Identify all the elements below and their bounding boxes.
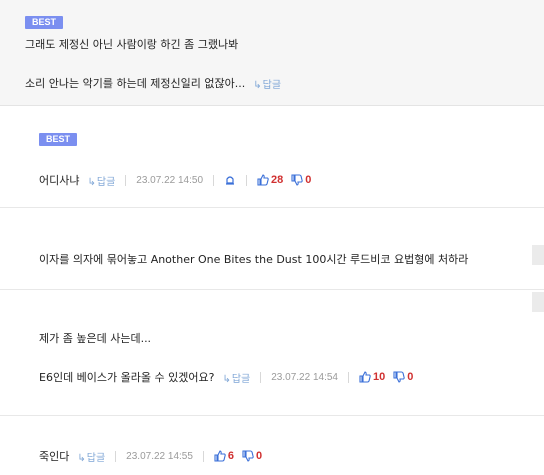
comment-date: 23.07.22 14:55	[126, 450, 193, 462]
comment-text-line-1: 제가 좀 높은데 사는데...	[39, 332, 152, 345]
comment-meta-row: 어디사냐 ↳답글 23.07.22 14:50 28 0	[39, 172, 311, 188]
divider	[246, 174, 248, 186]
comment-text-line-1: 그래도 제정신 아닌 사람이랑 하긴 좀 그랬나봐	[25, 38, 239, 51]
like-button[interactable]: 6	[214, 450, 234, 462]
reply-arrow-icon: ↳	[87, 176, 96, 188]
divider	[202, 450, 204, 462]
divider	[0, 289, 544, 290]
like-button[interactable]: 10	[359, 371, 385, 383]
reply-arrow-icon: ↳	[77, 452, 86, 464]
dislike-count: 0	[407, 371, 414, 383]
reply-button[interactable]: ↳답글	[222, 370, 250, 385]
reply-label: 답글	[96, 176, 116, 188]
reply-label: 답글	[86, 452, 106, 464]
comment-date: 23.07.22 14:54	[271, 371, 338, 383]
divider	[0, 207, 544, 208]
comment-3-text: 이자를 의자에 묶어놓고 Another One Bites the Dust …	[39, 253, 469, 266]
reply-button[interactable]: ↳답글	[87, 173, 115, 188]
comment-meta-row: E6인데 베이스가 올라올 수 있겠어요? ↳답글 23.07.22 14:54…	[39, 369, 413, 385]
dislike-button[interactable]: 0	[291, 174, 311, 186]
divider	[0, 415, 544, 416]
best-badge: BEST	[25, 16, 64, 29]
reply-button[interactable]: ↳답글	[253, 76, 281, 91]
reply-arrow-icon: ↳	[222, 373, 231, 385]
like-count: 10	[372, 371, 386, 383]
thumbs-up-icon	[257, 174, 269, 186]
divider	[347, 371, 349, 383]
divider	[115, 450, 117, 462]
divider	[260, 371, 262, 383]
divider	[213, 174, 215, 186]
dislike-count: 0	[305, 174, 312, 186]
comment-text-line-2: 소리 안나는 악기를 하는데 제정신일리 없잖아...	[25, 77, 246, 90]
comment-1: BEST 그래도 제정신 아닌 사람이랑 하긴 좀 그랬나봐 소리 안나는 악기…	[0, 0, 544, 106]
comment-5: 죽인다 ↳답글 23.07.22 14:55 6 0	[39, 448, 262, 464]
thumbs-down-icon	[291, 174, 303, 186]
dislike-count: 0	[256, 450, 263, 462]
scrollbar-fragment[interactable]	[532, 292, 544, 312]
reply-button[interactable]: ↳답글	[77, 449, 105, 464]
comment-text: 죽인다	[39, 450, 70, 463]
comment-text-row: 소리 안나는 악기를 하는데 제정신일리 없잖아... ↳답글	[25, 75, 281, 91]
thumbs-up-icon	[359, 371, 371, 383]
best-badge: BEST	[39, 133, 78, 146]
report-bell-icon[interactable]	[224, 174, 236, 186]
like-count: 6	[227, 450, 235, 462]
scrollbar-fragment[interactable]	[532, 245, 544, 265]
like-button[interactable]: 28	[257, 174, 283, 186]
comment-date: 23.07.22 14:50	[136, 174, 204, 186]
reply-label: 답글	[231, 373, 251, 385]
comment-text-line-2: E6인데 베이스가 올라올 수 있겠어요?	[39, 371, 215, 384]
dislike-button[interactable]: 0	[242, 450, 262, 462]
thumbs-down-icon	[242, 450, 254, 462]
divider	[125, 174, 127, 186]
dislike-button[interactable]: 0	[393, 371, 413, 383]
reply-label: 답글	[262, 79, 282, 91]
like-count: 28	[271, 174, 284, 186]
comment-text: 어디사냐	[39, 174, 80, 187]
thumbs-down-icon	[393, 371, 405, 383]
reply-arrow-icon: ↳	[253, 79, 262, 91]
thumbs-up-icon	[214, 450, 226, 462]
